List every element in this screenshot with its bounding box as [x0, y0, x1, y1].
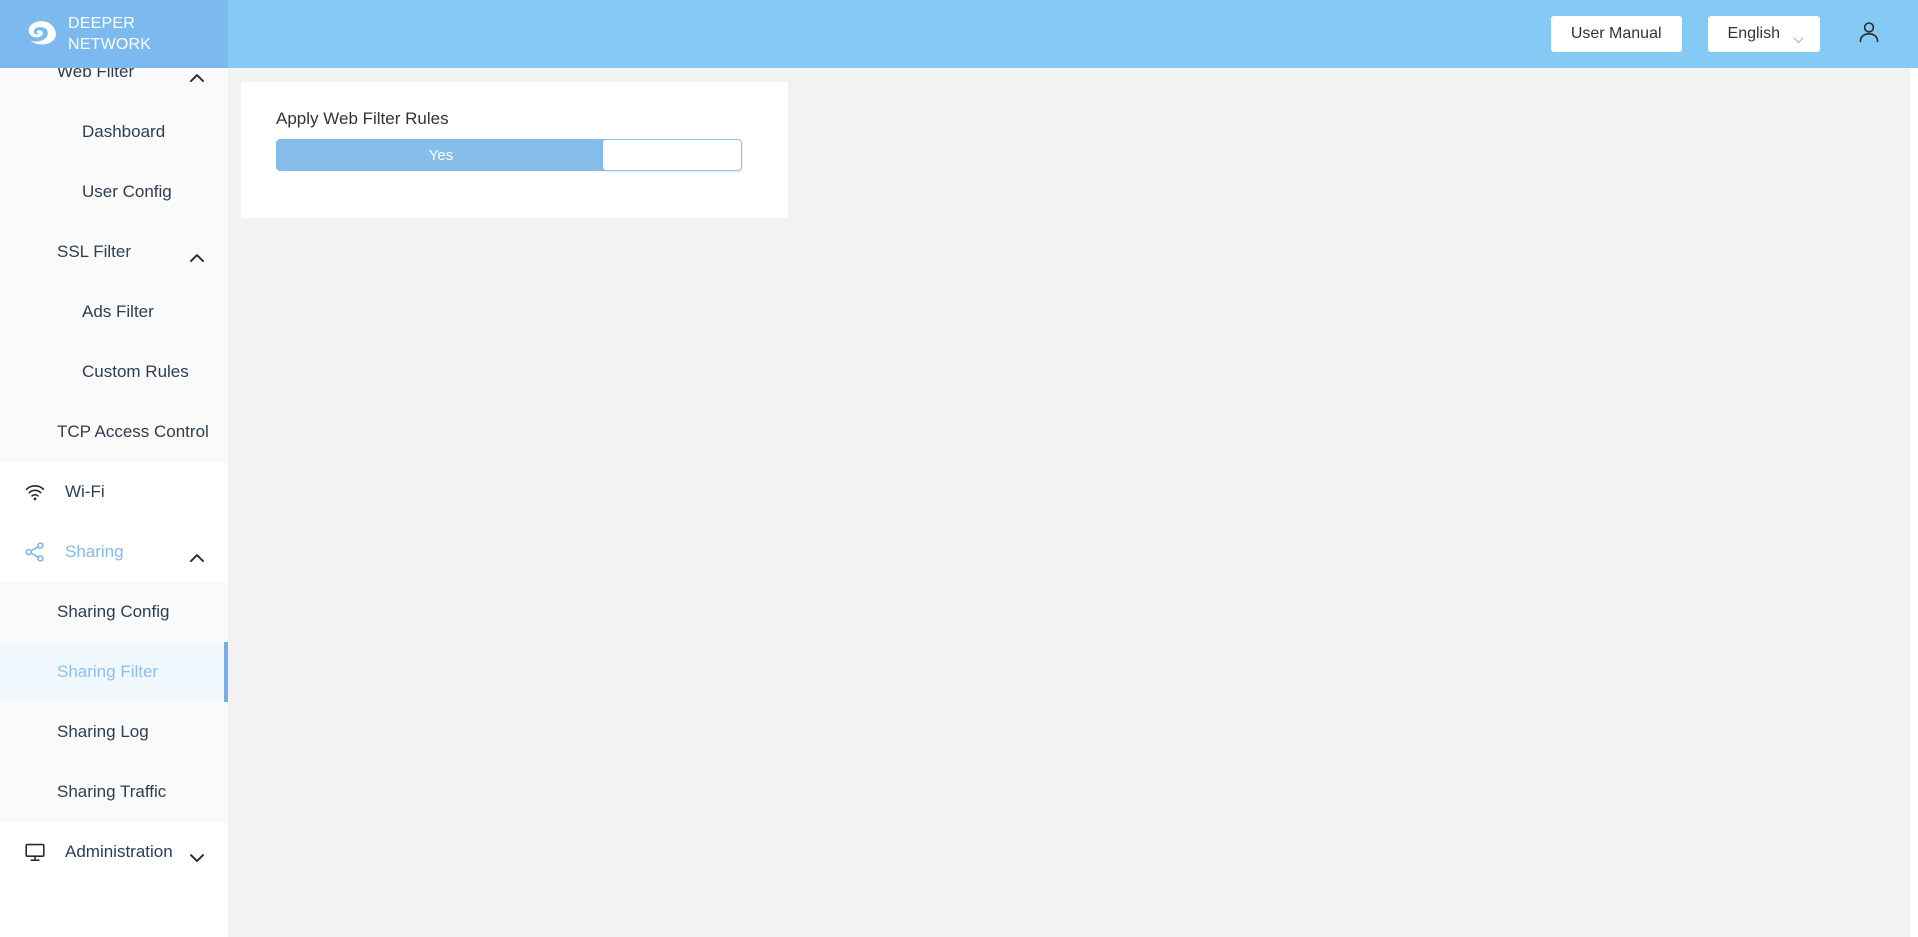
sidebar-item-label: Sharing Config: [57, 602, 170, 621]
sidebar-item-label: Wi-Fi: [65, 482, 105, 501]
sidebar-item-label: Sharing: [65, 542, 124, 561]
sidebar-item-label: Sharing Filter: [57, 662, 159, 681]
sidebar-item-sharing-filter[interactable]: Sharing Filter: [0, 642, 228, 702]
brand-title-line2: NETWORK: [68, 36, 152, 53]
apply-web-filter-card: Apply Web Filter Rules Yes: [241, 82, 788, 218]
language-select[interactable]: English: [1707, 16, 1820, 52]
sidebar-item-tcp-access-control[interactable]: TCP Access Control: [0, 402, 228, 462]
sidebar-item-sharing-config[interactable]: Sharing Config: [0, 582, 228, 642]
apply-web-filter-toggle: Yes: [276, 139, 746, 171]
monitor-icon: [24, 841, 46, 863]
sidebar: SecurityWeb FilterDashboardUser ConfigSS…: [0, 0, 228, 937]
sidebar-item-label: TCP Access Control: [57, 422, 209, 441]
sidebar-item-ssl-filter[interactable]: SSL Filter: [0, 222, 228, 282]
share-icon: [24, 541, 46, 563]
sidebar-item-label: Custom Rules: [82, 362, 189, 381]
sidebar-item-label: SSL Filter: [57, 242, 132, 261]
user-avatar-button[interactable]: [1852, 17, 1886, 51]
sidebar-item-label: Administration: [65, 842, 173, 861]
vertical-scrollbar[interactable]: [1910, 68, 1918, 937]
sidebar-item-dashboard[interactable]: Dashboard: [0, 102, 228, 162]
sidebar-item-sharing-traffic[interactable]: Sharing Traffic: [0, 762, 228, 822]
chevron-down-icon: [1793, 31, 1804, 43]
card-title: Apply Web Filter Rules: [276, 109, 449, 128]
toggle-option-no[interactable]: [602, 139, 742, 171]
deeper-spiral-logo-icon: [22, 15, 60, 53]
user-manual-button[interactable]: User Manual: [1550, 16, 1682, 52]
user-avatar-icon: [1856, 19, 1882, 50]
wifi-icon: [24, 481, 46, 503]
chevron-up-icon: [190, 548, 204, 563]
brand-title-line1: DEEPER: [68, 15, 135, 32]
sidebar-item-user-config[interactable]: User Config: [0, 162, 228, 222]
app-header: DEEPER NETWORK User Manual English: [0, 0, 1918, 68]
sidebar-item-wi-fi[interactable]: Wi-Fi: [0, 462, 228, 522]
sidebar-item-sharing-log[interactable]: Sharing Log: [0, 702, 228, 762]
sidebar-item-label: Dashboard: [82, 122, 166, 141]
sidebar-item-ads-filter[interactable]: Ads Filter: [0, 282, 228, 342]
chevron-down-icon: [190, 848, 204, 863]
sidebar-item-label: Sharing Log: [57, 722, 149, 741]
brand-logo-block: DEEPER NETWORK: [0, 0, 228, 68]
sidebar-item-sharing[interactable]: Sharing: [0, 522, 228, 582]
chevron-up-icon: [190, 248, 204, 263]
language-select-label: English: [1727, 25, 1780, 42]
toggle-option-yes[interactable]: Yes: [276, 139, 606, 171]
sidebar-item-label: Ads Filter: [82, 302, 154, 321]
header-actions: User Manual English: [1550, 0, 1918, 68]
sidebar-item-administration[interactable]: Administration: [0, 822, 228, 882]
sidebar-scroll-area: SecurityWeb FilterDashboardUser ConfigSS…: [0, 0, 228, 882]
sidebar-item-label: Sharing Traffic: [57, 782, 167, 801]
brand-title: DEEPER NETWORK: [68, 13, 151, 55]
sidebar-item-custom-rules[interactable]: Custom Rules: [0, 342, 228, 402]
main-content: Apply Web Filter Rules Yes: [228, 68, 1918, 937]
sidebar-item-label: User Config: [82, 182, 172, 201]
chevron-up-icon: [190, 68, 204, 83]
